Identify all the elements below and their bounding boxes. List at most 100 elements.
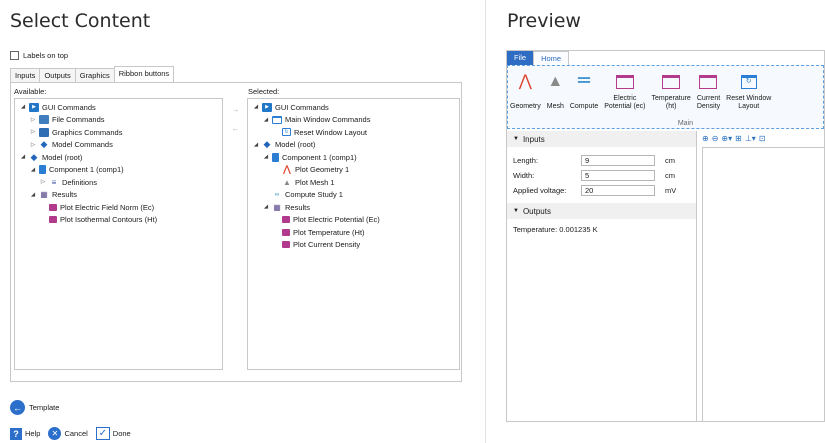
tree-item[interactable]: ◢ ▦ Results xyxy=(248,201,459,214)
preview-title: Preview xyxy=(507,10,581,32)
expander-icon[interactable]: ▷ xyxy=(29,117,37,123)
ribbon-button[interactable]: Temperature (ht) xyxy=(652,70,691,111)
tree-item[interactable]: ∞ Compute Study 1 xyxy=(248,189,459,202)
checkbox-box[interactable] xyxy=(10,51,19,60)
zoom-extents-icon[interactable]: ⊞ xyxy=(735,134,742,143)
tree-item[interactable]: Plot Temperature (Ht) xyxy=(248,226,459,239)
ribbon-tab-home[interactable]: Home xyxy=(533,51,570,65)
plot-icon xyxy=(282,216,290,224)
geometry-icon: ⋀ xyxy=(518,72,532,90)
graphics-canvas[interactable] xyxy=(702,147,824,421)
form-area: ▼ Inputs Length: 9 cm Width: 5 cm Applied volt… xyxy=(507,131,697,421)
tree-item[interactable]: ▷ ≡ Definitions xyxy=(15,176,222,189)
labels-on-top-checkbox[interactable]: Labels on top xyxy=(10,51,68,60)
input-field[interactable]: 5 xyxy=(581,170,655,181)
tree-item-label: Model Commands xyxy=(52,140,113,150)
ribbon-button[interactable]: ↻ Reset Window Layout xyxy=(726,70,771,111)
plot-icon xyxy=(49,216,57,224)
expander-icon[interactable]: ◢ xyxy=(29,167,37,173)
cancel-button[interactable]: ✕ Cancel xyxy=(48,427,88,440)
done-button[interactable]: ✓ Done xyxy=(95,427,131,440)
tree-item[interactable]: ◢ Component 1 (comp1) xyxy=(248,151,459,164)
selected-tree[interactable]: ◢ ▶ GUI Commands ◢ Main Window Commands ↻ Rese… xyxy=(247,98,460,370)
outputs-header-label: Outputs xyxy=(522,206,551,216)
ribbon-button[interactable]: ▲ Mesh xyxy=(547,70,564,111)
tree-item[interactable]: ◢ Main Window Commands xyxy=(248,114,459,127)
ribbon-button[interactable]: ⋀ Geometry xyxy=(510,70,541,111)
help-button[interactable]: ? Help xyxy=(10,427,40,440)
tab-inputs[interactable]: Inputs xyxy=(10,68,41,82)
ribbon-button[interactable]: ＝ Compute xyxy=(570,70,598,111)
expander-icon[interactable]: ▷ xyxy=(29,129,37,135)
ribbon-tab-file[interactable]: File xyxy=(507,51,534,65)
graphics-area: ⊕ ⊖ ⊕▾ ⊞ ⊥▾ ⊡ xyxy=(698,131,824,421)
add-arrow-icon[interactable]: → xyxy=(230,104,241,115)
tree-item[interactable]: ↻ Reset Window Layout xyxy=(248,126,459,139)
tree-item[interactable]: ◢ ◆ Model (root) xyxy=(15,151,222,164)
select-content-pane: Select Content Labels on top Inputs Outp… xyxy=(0,0,485,443)
input-field[interactable]: 20 xyxy=(581,185,655,196)
model-icon: ◆ xyxy=(30,151,38,162)
cancel-label: Cancel xyxy=(64,429,88,438)
model-icon: ◆ xyxy=(40,139,48,150)
ribbon-button[interactable]: Electric Potential (ec) xyxy=(604,70,646,111)
available-tree[interactable]: ◢ ▶ GUI Commands ▷ File Commands ▷ Graphics Co… xyxy=(14,98,223,370)
tree-item[interactable]: Plot Current Density xyxy=(248,239,459,252)
ribbon-button-label: Current xyxy=(696,95,721,102)
expander-icon[interactable]: ◢ xyxy=(262,204,270,210)
tree-item-label: Reset Window Layout xyxy=(294,127,367,137)
compute-icon: ∞ xyxy=(274,191,280,198)
tree-item[interactable]: ▷ ◆ Model Commands xyxy=(15,139,222,152)
input-row: Applied voltage: 20 mV xyxy=(507,183,696,198)
ribbon-button[interactable]: Current Density xyxy=(697,70,720,111)
tree-item-label: Plot Geometry 1 xyxy=(295,165,350,175)
expander-icon[interactable]: ◢ xyxy=(19,154,27,160)
tree-item[interactable]: ◢ ▦ Results xyxy=(15,189,222,202)
tree-item[interactable]: ◢ Component 1 (comp1) xyxy=(15,164,222,177)
zoom-in-icon[interactable]: ⊕ xyxy=(702,134,709,143)
tree-item[interactable]: Plot Electric Field Norm (Ec) xyxy=(15,201,222,214)
tree-item[interactable]: ◢ ▶ GUI Commands xyxy=(248,101,459,114)
back-arrow-icon: ← xyxy=(10,400,25,415)
zoom-out-icon[interactable]: ⊖ xyxy=(712,134,719,143)
view-xy-icon[interactable]: ⊡ xyxy=(759,134,766,143)
tree-item[interactable]: ▷ File Commands xyxy=(15,114,222,127)
template-button[interactable]: ← Template xyxy=(10,400,59,415)
content-tabs: Inputs Outputs Graphics Ribbon buttons xyxy=(10,66,175,82)
tree-item[interactable]: ◢ ▶ GUI Commands xyxy=(15,101,222,114)
tree-item[interactable]: ▷ Graphics Commands xyxy=(15,126,222,139)
tab-ribbon-buttons[interactable]: Ribbon buttons xyxy=(113,66,175,82)
input-field[interactable]: 9 xyxy=(581,155,655,166)
tree-item[interactable]: ▲ Plot Mesh 1 xyxy=(248,176,459,189)
tree-item[interactable]: Plot Electric Potential (Ec) xyxy=(248,214,459,227)
temperature-output: Temperature: 0.001235 K xyxy=(507,225,696,234)
results-icon: ▦ xyxy=(273,202,281,212)
ribbon-tab-bar: File Home xyxy=(507,51,824,65)
view-axes-icon[interactable]: ⊥▾ xyxy=(745,134,756,143)
expander-icon[interactable]: ◢ xyxy=(29,192,37,198)
expander-icon[interactable]: ◢ xyxy=(262,154,270,160)
input-label: Length: xyxy=(513,156,539,165)
inputs-section-header[interactable]: ▼ Inputs xyxy=(507,131,696,147)
tree-item[interactable]: ⋀ Plot Geometry 1 xyxy=(248,164,459,177)
plot-icon xyxy=(282,241,290,249)
tree-item[interactable]: Plot Isothermal Contours (Ht) xyxy=(15,214,222,227)
plot-window-icon xyxy=(662,75,681,89)
tree-item[interactable]: ◢ ◆ Model (root) xyxy=(248,139,459,152)
expander-icon[interactable]: ▷ xyxy=(39,179,47,185)
expander-icon[interactable]: ◢ xyxy=(19,104,27,110)
remove-arrow-icon[interactable]: ← xyxy=(230,123,241,134)
tab-outputs[interactable]: Outputs xyxy=(39,68,76,82)
plot-icon xyxy=(699,70,718,94)
tree-item-label: Plot Electric Potential (Ec) xyxy=(293,215,380,225)
expander-icon[interactable]: ◢ xyxy=(252,104,260,110)
tree-item-label: Plot Temperature (Ht) xyxy=(293,227,365,237)
zoom-box-icon[interactable]: ⊕▾ xyxy=(721,134,732,143)
expander-icon[interactable]: ◢ xyxy=(262,117,270,123)
outputs-section-header[interactable]: ▼ Outputs xyxy=(507,203,696,219)
expander-icon[interactable]: ▷ xyxy=(29,142,37,148)
tree-item-label: Plot Current Density xyxy=(293,240,361,250)
expander-icon[interactable]: ◢ xyxy=(252,142,260,148)
tree-item-label: Graphics Commands xyxy=(52,127,123,137)
tab-graphics[interactable]: Graphics xyxy=(74,68,115,82)
